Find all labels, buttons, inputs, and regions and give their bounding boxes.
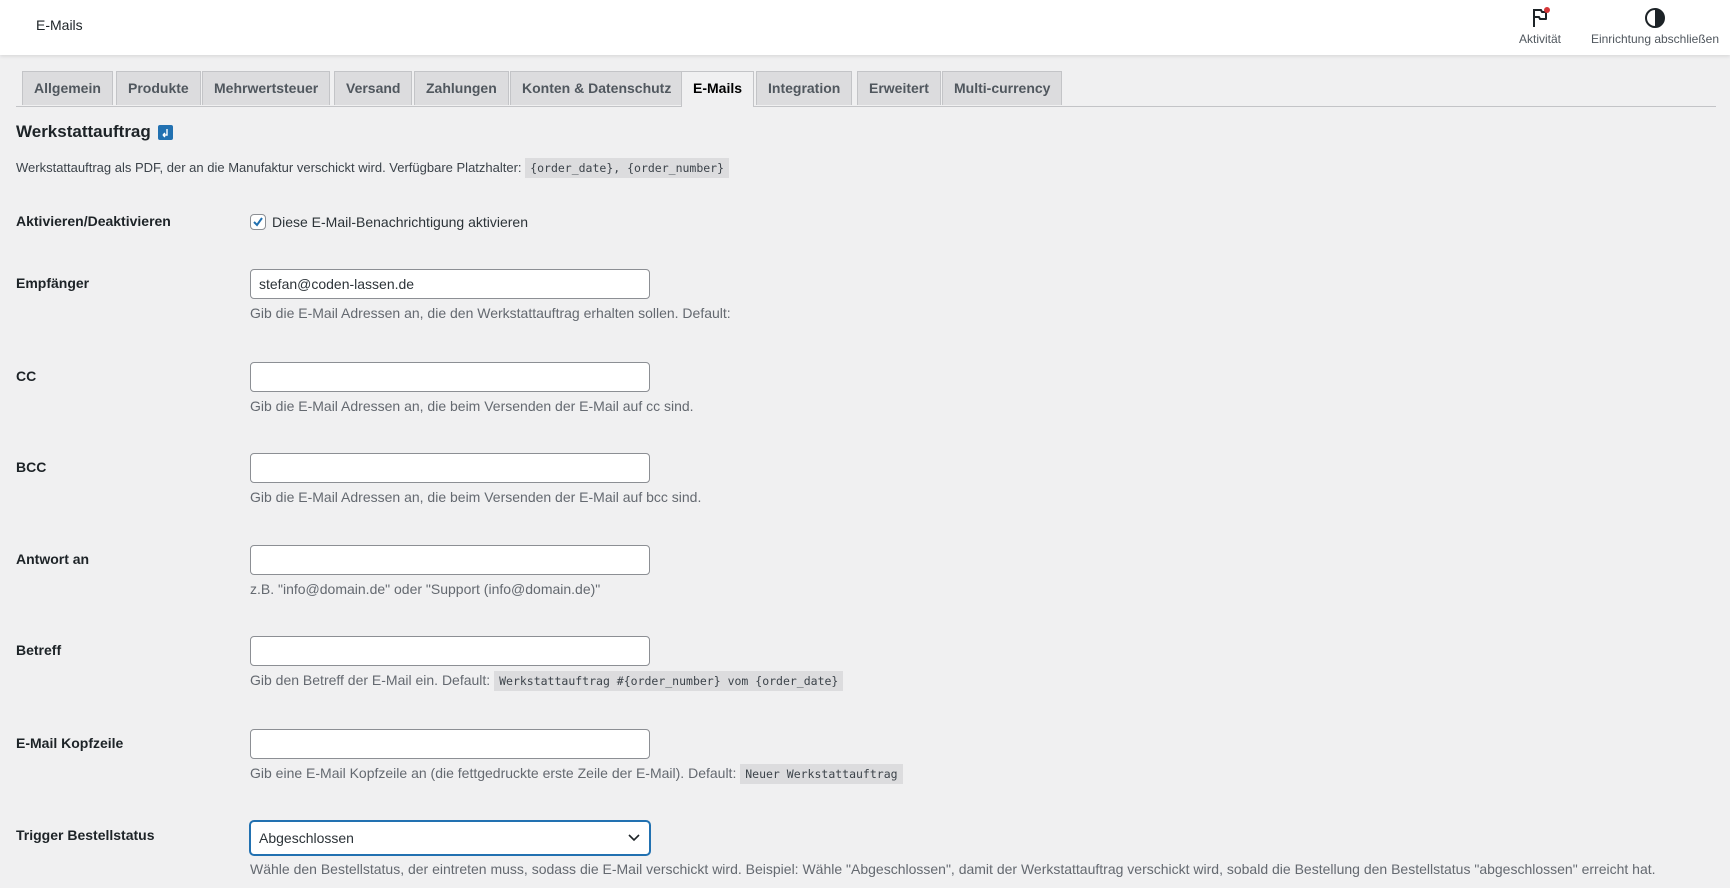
settings-tabs: Allgemein Produkte Mehrwertsteuer Versan… bbox=[16, 71, 1716, 107]
heading-input[interactable] bbox=[250, 729, 650, 759]
trigger-status-select[interactable]: Abgeschlossen bbox=[250, 821, 650, 855]
subject-label: Betreff bbox=[16, 642, 62, 658]
cc-input[interactable] bbox=[250, 362, 650, 392]
finish-setup-button[interactable]: Einrichtung abschließen bbox=[1584, 6, 1726, 46]
reply-to-input[interactable] bbox=[250, 545, 650, 575]
section-description: Werkstattauftrag als PDF, der an die Man… bbox=[16, 158, 730, 178]
tab-erweitert[interactable]: Erweitert bbox=[857, 71, 941, 105]
tab-allgemein[interactable]: Allgemein bbox=[22, 71, 113, 105]
subject-desc-text: Gib den Betreff der E-Mail ein. Default: bbox=[250, 672, 491, 688]
top-bar: E-Mails Aktivität Einrichtung abschließe… bbox=[0, 0, 1730, 55]
heading-label: E-Mail Kopfzeile bbox=[16, 735, 124, 751]
recipient-label: Empfänger bbox=[16, 275, 90, 291]
half-circle-icon bbox=[1645, 8, 1665, 28]
finish-setup-label: Einrichtung abschließen bbox=[1590, 32, 1720, 46]
tab-e-mails[interactable]: E-Mails bbox=[681, 71, 755, 107]
subject-input[interactable] bbox=[250, 636, 650, 666]
checkmark-icon bbox=[253, 217, 263, 227]
enable-label: Aktivieren/Deaktivieren bbox=[16, 213, 171, 229]
reply-to-label: Antwort an bbox=[16, 551, 90, 567]
enable-checkbox-label: Diese E-Mail-Benachrichtigung aktivieren bbox=[272, 214, 529, 230]
chevron-down-icon bbox=[628, 834, 640, 842]
flag-icon bbox=[1533, 7, 1550, 27]
enable-row: Diese E-Mail-Benachrichtigung aktivieren bbox=[250, 214, 528, 231]
activity-button[interactable]: Aktivität bbox=[1508, 6, 1572, 46]
activity-label: Aktivität bbox=[1518, 32, 1561, 46]
tab-versand[interactable]: Versand bbox=[334, 71, 413, 105]
reply-to-description: z.B. "info@domain.de" oder "Support (inf… bbox=[250, 581, 601, 597]
placeholders-code: {order_date}, {order_number} bbox=[525, 158, 730, 178]
trigger-label: Trigger Bestellstatus bbox=[16, 827, 155, 843]
return-arrow-icon[interactable] bbox=[158, 125, 173, 140]
tab-multi-currency[interactable]: Multi-currency bbox=[942, 71, 1063, 105]
bcc-label: BCC bbox=[16, 459, 47, 475]
recipient-description: Gib die E-Mail Adressen an, die den Werk… bbox=[250, 305, 731, 321]
intro-text: Werkstattauftrag als PDF, der an die Man… bbox=[16, 160, 522, 175]
heading-default-code: Neuer Werkstattauftrag bbox=[740, 764, 903, 784]
recipient-input[interactable] bbox=[250, 269, 650, 299]
subject-description: Gib den Betreff der E-Mail ein. Default:… bbox=[250, 671, 844, 691]
cc-label: CC bbox=[16, 368, 37, 384]
trigger-description: Wähle den Bestellstatus, der eintreten m… bbox=[250, 861, 1656, 877]
trigger-selected-value: Abgeschlossen bbox=[259, 830, 354, 846]
page-title: E-Mails bbox=[36, 17, 83, 33]
cc-description: Gib die E-Mail Adressen an, die beim Ver… bbox=[250, 398, 694, 414]
section-title: Werkstattauftrag bbox=[16, 122, 151, 141]
subject-default-code: Werkstattauftrag #{order_number} vom {or… bbox=[494, 671, 844, 691]
enable-checkbox[interactable] bbox=[250, 214, 266, 231]
tab-konten-datenschutz[interactable]: Konten & Datenschutz bbox=[510, 71, 684, 105]
bcc-description: Gib die E-Mail Adressen an, die beim Ver… bbox=[250, 489, 702, 505]
heading-description: Gib eine E-Mail Kopfzeile an (die fettge… bbox=[250, 764, 903, 784]
tab-produkte[interactable]: Produkte bbox=[116, 71, 201, 105]
tab-integration[interactable]: Integration bbox=[756, 71, 853, 105]
tab-zahlungen[interactable]: Zahlungen bbox=[414, 71, 509, 105]
bcc-input[interactable] bbox=[250, 453, 650, 483]
heading-desc-text: Gib eine E-Mail Kopfzeile an (die fettge… bbox=[250, 765, 737, 781]
tab-mehrwertsteuer[interactable]: Mehrwertsteuer bbox=[202, 71, 331, 105]
